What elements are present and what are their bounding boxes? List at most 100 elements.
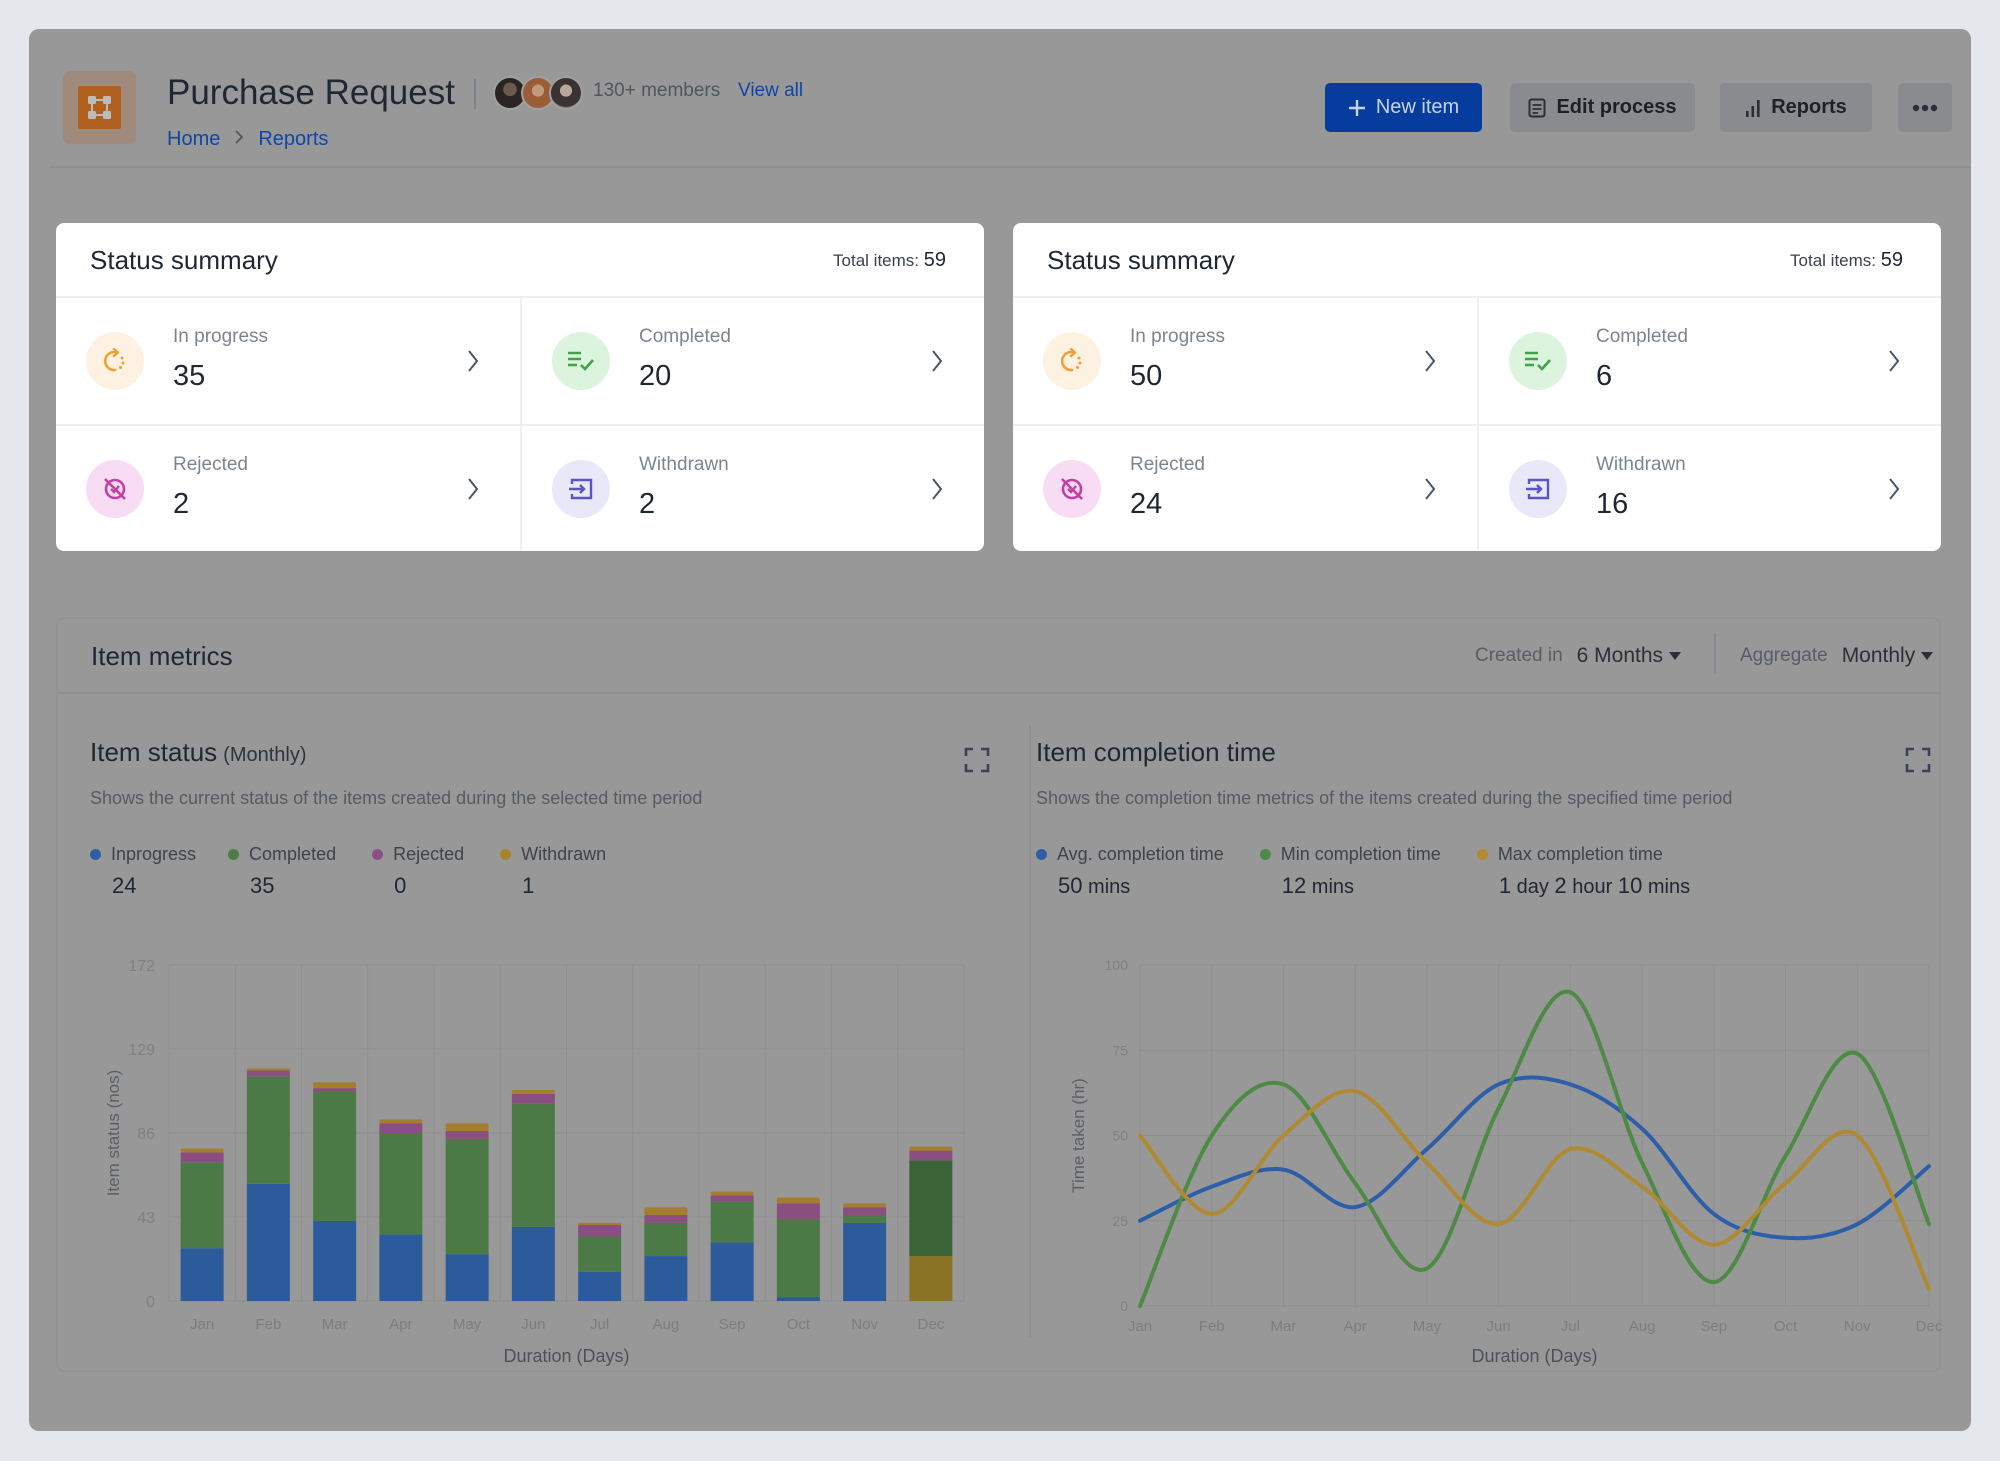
legend-label: Min completion time — [1280, 844, 1441, 864]
legend-dot-icon — [228, 849, 240, 860]
legend-item[interactable]: Rejected 0 — [372, 844, 464, 899]
bar-segment-inprogress — [246, 1183, 290, 1301]
caret-down-icon — [1669, 652, 1682, 660]
expand-icon[interactable] — [964, 747, 990, 773]
member-avatars[interactable] — [493, 76, 583, 112]
bar-segment-completed — [313, 1091, 357, 1221]
legend-item[interactable]: Inprogress 24 — [90, 844, 196, 899]
aggregate-dropdown[interactable]: Aggregate Monthly — [1740, 644, 1934, 668]
bar-segment-withdrawn — [710, 1191, 754, 1196]
total-items: Total items: 59 — [1790, 249, 1903, 271]
bar-segment-inprogress — [313, 1220, 357, 1301]
bar-segment-withdrawn — [843, 1203, 887, 1208]
status-rejected[interactable]: Rejected 2 — [56, 424, 520, 550]
status-in-progress[interactable]: In progress 35 — [56, 298, 520, 424]
reports-button[interactable]: Reports — [1720, 83, 1872, 132]
bar-segment-withdrawn — [578, 1222, 622, 1225]
y-tick-label: 0 — [1120, 1298, 1128, 1314]
bar-segment-rejected — [246, 1070, 290, 1077]
view-all-members-link[interactable]: View all — [738, 80, 803, 102]
legend-dot-icon — [1476, 849, 1488, 860]
breadcrumb-reports[interactable]: Reports — [258, 128, 328, 151]
chevron-right-icon — [468, 350, 479, 372]
completed-icon — [1509, 332, 1567, 390]
x-tick-label: Mar — [322, 1316, 348, 1333]
status-withdrawn[interactable]: Withdrawn 16 — [1477, 424, 1941, 550]
withdrawn-icon — [1509, 460, 1567, 518]
legend-item[interactable]: Max completion time 1 day 2 hour 10 mins — [1476, 844, 1691, 899]
status-completed[interactable]: Completed 20 — [520, 298, 984, 424]
x-tick-label: Jun — [1487, 1318, 1511, 1335]
x-tick-label: Jul — [590, 1316, 609, 1333]
status-rejected[interactable]: Rejected 24 — [1013, 424, 1477, 550]
bar-segment-completed — [909, 1160, 953, 1257]
avatar — [549, 76, 583, 110]
created-in-dropdown[interactable]: Created in 6 Months — [1475, 644, 1682, 668]
legend-dot-icon — [90, 849, 101, 860]
document-icon — [1528, 98, 1546, 117]
expand-icon[interactable] — [1905, 747, 1931, 773]
completion-time-title: Item completion time — [1036, 737, 1276, 767]
legend-item[interactable]: Min completion time 12 mins — [1259, 844, 1441, 899]
more-options-button[interactable] — [1898, 83, 1952, 132]
y-tick-label: 25 — [1112, 1213, 1128, 1229]
y-tick-label: 0 — [146, 1294, 155, 1311]
y-tick-label: 172 — [128, 958, 155, 975]
status-completed[interactable]: Completed 6 — [1477, 298, 1941, 424]
breadcrumb-home[interactable]: Home — [167, 128, 220, 151]
bar-chart-icon — [1746, 99, 1760, 117]
rejected-icon — [1043, 460, 1101, 518]
total-items: Total items: 59 — [833, 249, 946, 271]
card-title: Status summary — [90, 245, 278, 275]
bar-segment-completed — [776, 1218, 820, 1298]
bar-segment-completed — [445, 1138, 489, 1255]
edit-process-button[interactable]: Edit process — [1510, 83, 1695, 132]
x-tick-label: Aug — [1629, 1318, 1656, 1335]
legend-item[interactable]: Withdrawn 1 — [500, 844, 606, 899]
bar-segment-inprogress — [578, 1271, 622, 1301]
edit-process-label: Edit process — [1556, 96, 1677, 118]
x-tick-label: Sep — [1700, 1318, 1727, 1335]
new-item-label: New item — [1375, 96, 1460, 118]
card-title: Status summary — [1047, 245, 1235, 275]
x-tick-label: May — [1413, 1318, 1442, 1335]
app-screen: Purchase Request 130+ members View all H… — [29, 29, 1971, 1431]
bar-segment-rejected — [578, 1224, 622, 1237]
legend-label: Rejected — [393, 844, 465, 864]
completion-time-legend: Avg. completion time 50 mins Min completio… — [1036, 844, 1726, 899]
x-tick-label: Apr — [389, 1316, 412, 1333]
legend-dot-icon — [1259, 849, 1271, 860]
bar-segment-withdrawn — [313, 1082, 357, 1089]
x-tick-label: Oct — [1774, 1318, 1798, 1335]
title-divider — [474, 79, 476, 109]
bar-segment-completed — [843, 1215, 887, 1223]
legend-dot-icon — [500, 849, 512, 860]
bar-segment-rejected — [843, 1207, 887, 1216]
new-item-button[interactable]: New item — [1325, 83, 1482, 132]
legend-item[interactable]: Avg. completion time 50 mins — [1036, 844, 1224, 899]
chevron-right-icon — [932, 350, 943, 372]
x-tick-label: Jan — [190, 1316, 214, 1333]
legend-label: Inprogress — [111, 844, 197, 864]
y-tick-label: 100 — [1105, 957, 1129, 973]
bar-segment-withdrawn — [246, 1068, 290, 1071]
item-status-title: Item status (Monthly) — [90, 737, 307, 767]
status-withdrawn[interactable]: Withdrawn 2 — [520, 424, 984, 550]
bar-segment-withdrawn — [511, 1090, 555, 1094]
completion-time-line-chart: 0 25 50 75 100 Jan Feb Mar Apr May Jun Jul Aug Sep Oct… — [1069, 957, 1943, 1366]
item-status-legend: Inprogress 24 Completed 35 Rejected 0 Withdraw… — [90, 844, 642, 899]
caret-down-icon — [1921, 652, 1934, 660]
legend-value: 1 — [522, 873, 535, 898]
x-axis-label: Duration (Days) — [1471, 1346, 1597, 1366]
x-tick-label: Nov — [851, 1316, 878, 1333]
status-in-progress[interactable]: In progress 50 — [1013, 298, 1477, 424]
bar-segment-withdrawn — [445, 1123, 489, 1132]
x-tick-label: Jun — [521, 1316, 545, 1333]
bar-segment-completed — [246, 1076, 290, 1184]
legend-value: 1 day 2 hour 10 mins — [1498, 873, 1691, 898]
legend-dot-icon — [372, 849, 384, 860]
bar-segment-rejected — [511, 1093, 555, 1104]
legend-item[interactable]: Completed 35 — [228, 844, 336, 899]
legend-value: 24 — [112, 873, 137, 898]
bar-segment-inprogress — [843, 1222, 887, 1301]
